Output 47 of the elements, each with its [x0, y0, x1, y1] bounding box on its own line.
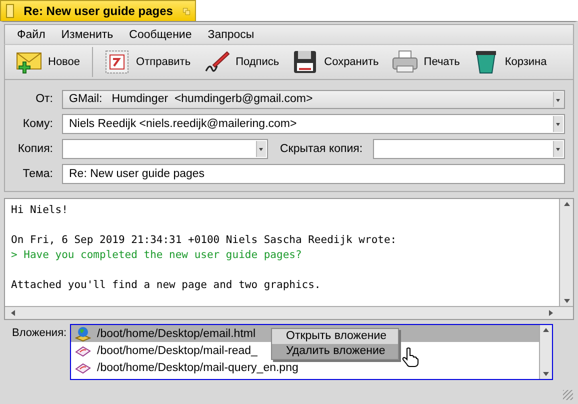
hand-pointer-icon — [402, 347, 420, 367]
toolbar-button[interactable]: Печать — [390, 49, 464, 75]
field-label: Тема: — [22, 168, 53, 180]
attachments-label: Вложения: — [12, 326, 68, 341]
message-line: Attached you'll find a new page and two graphics. — [11, 278, 322, 293]
resize-grip-icon[interactable] — [563, 390, 573, 400]
bcc-field[interactable] — [372, 139, 565, 159]
recipient-field[interactable]: Niels Reedijk <niels.reedijk@mailering.com> — [62, 114, 565, 134]
subject-field[interactable]: Re: New user guide pages — [62, 164, 565, 184]
vertical-scrollbar[interactable] — [539, 325, 552, 379]
globe-icon — [75, 326, 91, 342]
window-title: Re: New user guide pages — [24, 4, 173, 18]
horizontal-scrollbar[interactable] — [5, 306, 573, 319]
attachment-item[interactable]: /boot/home/Desktop/mail-query_en.png — [75, 359, 298, 376]
menu-item[interactable]: Сообщение — [121, 28, 200, 40]
toolbar-button[interactable]: Отправить — [103, 49, 195, 75]
scroll-up-icon[interactable] — [543, 328, 549, 332]
attachment-item[interactable]: /boot/home/Desktop/mail-read_ — [75, 342, 258, 359]
close-icon[interactable] — [6, 4, 14, 18]
field-label: Скрытая копия: — [280, 143, 363, 155]
message-line: Hi Niels! — [11, 203, 69, 218]
field-label: От: — [34, 93, 53, 105]
scroll-left-icon[interactable] — [11, 310, 15, 316]
context-menu-item[interactable]: Открыть вложение — [272, 329, 398, 344]
menu-item[interactable]: Запросы — [200, 28, 262, 40]
scroll-right-icon[interactable] — [549, 310, 553, 316]
attachment-item[interactable]: /boot/home/Desktop/email.html — [75, 325, 256, 342]
toolbar-button[interactable]: Корзина — [472, 49, 551, 75]
message-line: On Fri, 6 Sep 2019 21:34:31 +0100 Niels Sascha Reedijk wrote: — [11, 233, 398, 248]
attachment-list[interactable]: /boot/home/Desktop/email.html /boot/home/Desktop/mail-read_ Открыть вложение Удалить вложение /boot/home/Desktop/mail-query_en.png — [70, 324, 553, 380]
scroll-up-icon[interactable] — [564, 202, 570, 206]
scroll-down-icon[interactable] — [543, 372, 549, 376]
cc-field[interactable] — [62, 139, 268, 159]
field-label: Копия: — [16, 143, 53, 155]
toolbar-button[interactable]: Новое — [15, 49, 84, 75]
message-line: > Have you completed the new user guide pages? — [11, 248, 303, 263]
field-label: Кому: — [22, 118, 53, 130]
window-tab[interactable]: Re: New user guide pages — [0, 0, 196, 21]
context-menu-item[interactable]: Удалить вложение — [272, 344, 398, 359]
stamp-icon — [103, 49, 132, 75]
toolbar-button[interactable]: Подпись — [202, 49, 284, 75]
sender-menu-field[interactable]: GMail: Humdinger <humdingerb@gmail.com> — [62, 90, 565, 108]
vertical-scrollbar[interactable] — [559, 199, 573, 306]
toolbar-button[interactable]: Сохранить — [291, 49, 383, 75]
printer-icon — [390, 49, 419, 75]
menu-item[interactable]: Изменить — [53, 28, 122, 40]
menu-item[interactable]: Файл — [9, 28, 54, 40]
